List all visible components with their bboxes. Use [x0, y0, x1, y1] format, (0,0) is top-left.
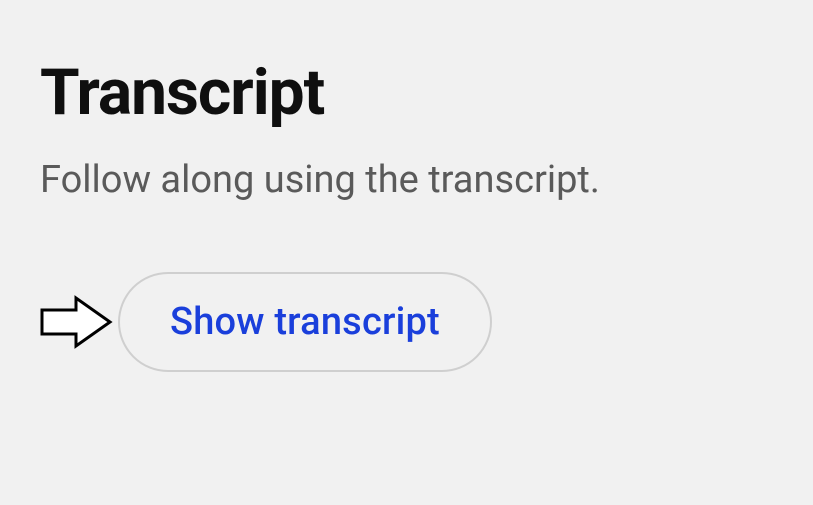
arrow-right-icon — [40, 294, 114, 350]
transcript-heading: Transcript — [40, 55, 773, 130]
transcript-button-row: Show transcript — [40, 272, 773, 372]
show-transcript-button[interactable]: Show transcript — [118, 272, 492, 372]
transcript-description: Follow along using the transcript. — [40, 158, 773, 202]
